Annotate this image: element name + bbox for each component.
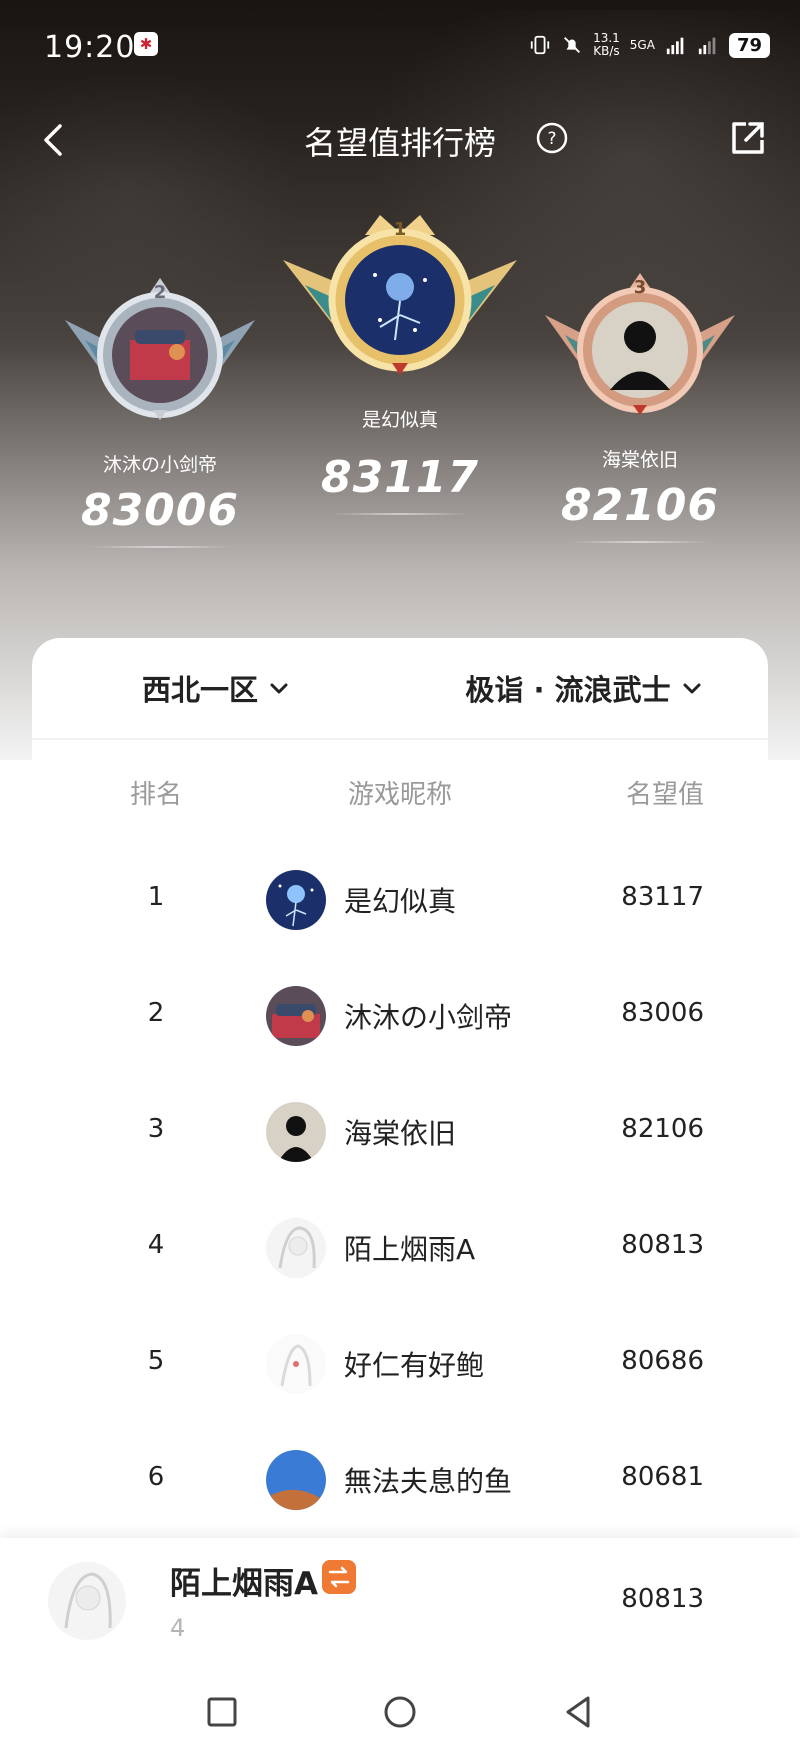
ranking-card: 西北一区 极诣 · 流浪武士 排名 游戏昵称 名望值 1 是幻似真 83117 … [32,638,768,1530]
podium-second[interactable]: 2 沐沐の小剑帝 83006 [50,270,270,548]
user-avatar [266,1450,326,1510]
podium-third[interactable]: 3 海棠依旧 82106 [530,265,750,543]
status-time: 19:20 [44,30,136,65]
my-avatar [48,1562,126,1640]
podium-name: 海棠依旧 [601,449,678,471]
silver-medal-badge: 2 [65,278,255,420]
vibrate-icon [530,35,550,55]
user-avatar [266,1334,326,1394]
row-score: 82106 [621,1114,704,1144]
table-header: 排名 游戏昵称 名望值 [32,740,768,840]
signal-icon [666,37,684,55]
recent-apps-icon[interactable] [202,1692,242,1732]
user-avatar [266,1102,326,1162]
gold-medal-badge: 1 [283,215,517,375]
row-rank: 2 [147,998,165,1028]
podium-score: 83006 [80,485,240,536]
user-avatar [266,1218,326,1278]
podium-score: 82106 [560,480,720,531]
podium-divider [330,513,470,515]
system-nav-bar [0,1664,800,1760]
status-bar: 19:20 ✱ 13.1 KB/s 5GA 79 [0,0,800,90]
row-rank: 4 [147,1230,165,1260]
my-name: 陌上烟雨A [170,1566,318,1602]
user-avatar [266,870,326,930]
mute-bell-icon [564,37,581,53]
switch-account-icon[interactable] [322,1560,356,1594]
row-name: 沐沐の小剑帝 [344,1001,513,1034]
back-nav-icon[interactable] [558,1692,598,1732]
bronze-medal-badge: 3 [545,273,735,415]
podium-divider [90,546,230,548]
user-avatar [266,986,326,1046]
podium-name: 是幻似真 [361,409,438,431]
row-score: 83117 [621,882,704,912]
podium-score: 83117 [320,452,480,503]
row-score: 80686 [621,1346,704,1376]
podium-name: 沐沐の小剑帝 [102,454,217,476]
status-icons: 13.1 KB/s 5GA 79 [529,30,770,60]
region-label: 西北一区 [141,673,258,707]
table-row[interactable]: 6 無法夫息的鱼 80681 [32,1420,768,1530]
column-score: 名望值 [625,780,704,810]
hero-label: 极诣 · 流浪武士 [465,673,671,707]
row-rank: 5 [147,1346,165,1376]
svg-text:3: 3 [634,277,647,298]
signal-icon-2 [698,37,716,55]
row-name: 無法夫息的鱼 [344,1465,513,1498]
network-type: 5GA [629,37,655,52]
filter-bar: 西北一区 极诣 · 流浪武士 [32,638,768,740]
table-row[interactable]: 2 沐沐の小剑帝 83006 [32,956,768,1072]
top-nav: 名望值排行榜 ? [0,100,800,180]
svg-text:?: ? [547,129,556,149]
chevron-down-icon [270,683,288,694]
network-speed: 13.1 KB/s [593,31,620,58]
home-icon[interactable] [380,1692,420,1732]
row-rank: 1 [147,882,165,912]
my-rank: 4 [170,1614,186,1642]
table-row[interactable]: 1 是幻似真 83117 [32,840,768,956]
row-rank: 3 [147,1114,165,1144]
row-score: 83006 [621,998,704,1028]
chevron-down-icon [683,683,701,694]
row-name: 是幻似真 [344,885,457,918]
table-row[interactable]: 5 好仁有好鲍 80686 [32,1304,768,1420]
my-rank-bar[interactable]: 陌上烟雨A 4 80813 [0,1538,800,1664]
table-row[interactable]: 4 陌上烟雨A 80813 [32,1188,768,1304]
share-icon[interactable] [726,116,770,160]
table-row[interactable]: 3 海棠依旧 82106 [32,1072,768,1188]
svg-text:2: 2 [154,282,167,303]
app-notification-icon: ✱ [134,32,158,56]
svg-text:1: 1 [394,219,407,240]
page-title: 名望值排行榜 [303,124,496,162]
region-dropdown[interactable]: 西北一区 [32,638,400,738]
help-icon[interactable]: ? [536,122,568,154]
podium-first[interactable]: 1 是幻似真 83117 [270,205,530,515]
row-score: 80813 [621,1230,704,1260]
my-score: 80813 [621,1584,704,1614]
row-score: 80681 [621,1462,704,1492]
row-name: 好仁有好鲍 [344,1349,485,1382]
row-name: 陌上烟雨A [344,1233,476,1266]
podium-divider [570,541,710,543]
row-rank: 6 [147,1462,165,1492]
hero-dropdown[interactable]: 极诣 · 流浪武士 [400,638,768,738]
battery-level: 79 [728,32,770,58]
row-name: 海棠依旧 [344,1117,457,1150]
